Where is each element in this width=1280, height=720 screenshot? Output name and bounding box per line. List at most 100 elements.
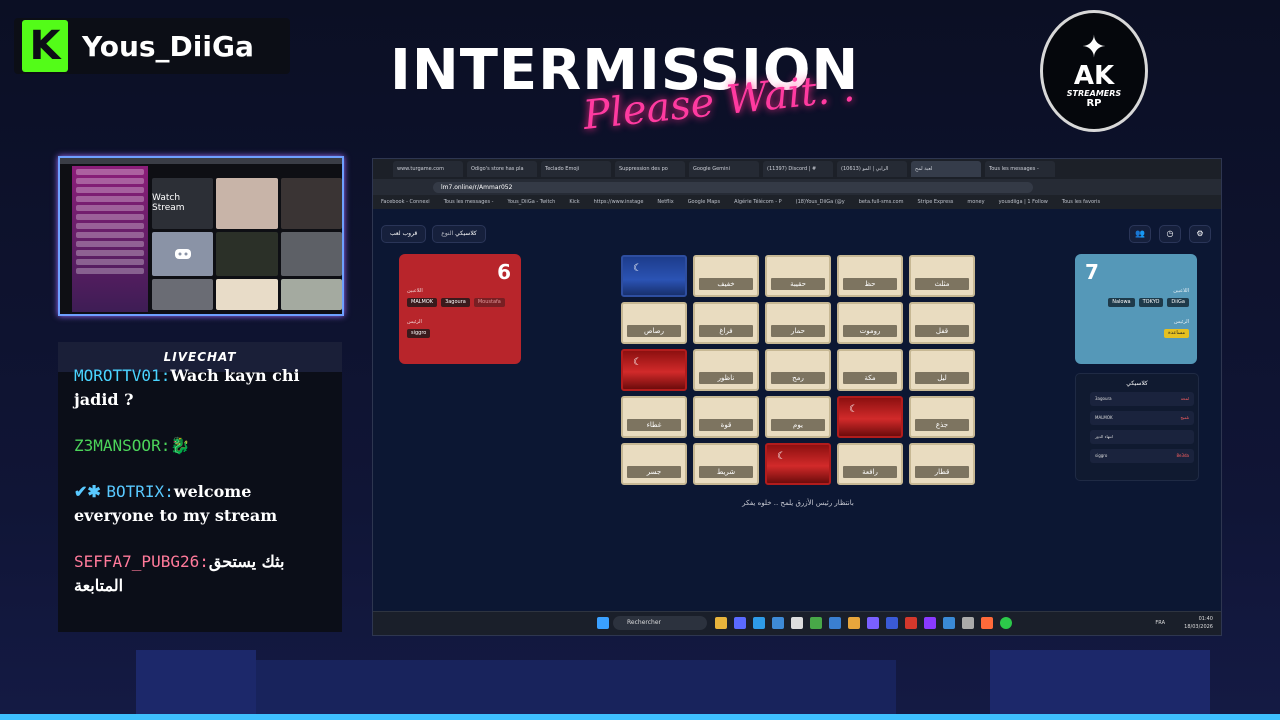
word-card-label: ليل (915, 372, 969, 384)
store-icon[interactable] (772, 617, 784, 629)
word-card[interactable]: خفيف (693, 255, 759, 297)
browser-tab[interactable]: Tous les messages - (985, 161, 1055, 177)
bookmark[interactable]: https://www.instage (594, 199, 644, 205)
app-icon[interactable] (962, 617, 974, 629)
chat-list: MOROTTV01:Wach kayn chi jadid ? Z3MANSOO… (74, 366, 330, 620)
leader-chip[interactable]: مساعدة (1164, 329, 1189, 338)
logo-line3: RP (1086, 98, 1102, 109)
browser-tab[interactable]: (11397) Discord | # (763, 161, 833, 177)
player-chip[interactable]: Moustafa (473, 298, 505, 307)
settings-icon[interactable]: ⚙ (1189, 225, 1211, 243)
bookmark[interactable]: Yous_DiiGa - Twitch (507, 199, 555, 205)
bookmark[interactable]: Stripe Express (917, 199, 953, 205)
language-indicator[interactable]: FRA (1155, 620, 1165, 626)
word-card[interactable]: حظ (837, 255, 903, 297)
revealed-red-card[interactable]: ☾ (765, 443, 831, 485)
browser-window: www.turgame.com Odigo's store has pla Te… (372, 158, 1222, 636)
browser-tab[interactable]: Google Gemini (689, 161, 759, 177)
browser-tab[interactable]: Suppression des po (615, 161, 685, 177)
word-card[interactable]: ناظور (693, 349, 759, 391)
word-card[interactable]: حقيبة (765, 255, 831, 297)
player-chip[interactable]: 3agoura (441, 298, 470, 307)
player-chip[interactable]: MALMOK (407, 298, 438, 307)
video-tile[interactable] (280, 178, 342, 229)
folder-icon[interactable] (715, 617, 727, 629)
players-icon[interactable]: 👥 (1129, 225, 1151, 243)
bookmark[interactable]: Google Maps (688, 199, 720, 205)
word-card[interactable]: ليل (909, 349, 975, 391)
group-button[interactable]: قروب لعب (381, 225, 427, 243)
browser-tab[interactable]: Odigo's store has pla (467, 161, 537, 177)
word-card-label: حمار (771, 325, 825, 337)
discord-taskbar-icon[interactable] (867, 617, 879, 629)
revealed-blue-card[interactable]: ☾ (621, 255, 687, 297)
app-icon[interactable] (981, 617, 993, 629)
video-tile[interactable] (216, 178, 278, 229)
video-tile[interactable] (280, 279, 342, 310)
browser-tab[interactable]: (10613) الرابي | المو (837, 161, 907, 177)
revealed-red-card[interactable]: ☾ (621, 349, 687, 391)
app-icon[interactable] (924, 617, 936, 629)
bookmark[interactable]: Tous les messages - (444, 199, 494, 205)
bookmark[interactable]: yousdiiga | 1 Follow (999, 199, 1048, 205)
app-icon[interactable] (905, 617, 917, 629)
player-chip[interactable]: TOKYO (1138, 298, 1164, 307)
leader-chip[interactable]: siggro (407, 329, 431, 338)
browser-tab[interactable]: Teclado Emoji (541, 161, 611, 177)
edge-icon[interactable] (753, 617, 765, 629)
app-icon[interactable] (829, 617, 841, 629)
video-tile[interactable] (152, 279, 214, 310)
discord-avatar-tile[interactable] (152, 231, 214, 277)
xbox-icon[interactable] (810, 617, 822, 629)
word-card[interactable]: قفل (909, 302, 975, 344)
video-tile[interactable] (216, 279, 278, 310)
app-icon[interactable] (791, 617, 803, 629)
word-card[interactable]: جسر (621, 443, 687, 485)
app-icon[interactable] (734, 617, 746, 629)
word-card[interactable]: روموت (837, 302, 903, 344)
player-chip[interactable]: Nalowa (1108, 298, 1135, 307)
bookmark[interactable]: Kick (569, 199, 579, 205)
bookmark[interactable]: money (967, 199, 984, 205)
word-card[interactable]: حمار (765, 302, 831, 344)
word-card[interactable]: مثلث (909, 255, 975, 297)
mode-selector[interactable]: كلاسيكي النوع (432, 225, 486, 243)
word-card[interactable]: رمح (765, 349, 831, 391)
chrome-icon[interactable] (848, 617, 860, 629)
word-card[interactable]: قوة (693, 396, 759, 438)
video-tile[interactable] (280, 231, 342, 277)
bookmark[interactable]: Tous les favoris (1062, 199, 1100, 205)
word-card[interactable]: يوم (765, 396, 831, 438)
word-card[interactable]: غطاء (621, 396, 687, 438)
timer-icon[interactable]: ◷ (1159, 225, 1181, 243)
word-card[interactable]: رصاص (621, 302, 687, 344)
video-tile[interactable]: Watch Stream (152, 178, 214, 229)
word-card[interactable]: مكة (837, 349, 903, 391)
taskbar-search[interactable]: Rechercher (613, 616, 707, 630)
player-chip[interactable]: DiiGa (1167, 298, 1189, 307)
revealed-red-card[interactable]: ☾ (837, 396, 903, 438)
steam-icon[interactable] (886, 617, 898, 629)
video-tile[interactable] (216, 231, 278, 277)
word-card[interactable]: رافعة (837, 443, 903, 485)
word-card[interactable]: شريط (693, 443, 759, 485)
bookmark[interactable]: Netflix (657, 199, 673, 205)
bookmark[interactable]: Algérie Télécom - P (734, 199, 782, 205)
word-card[interactable]: قطار (909, 443, 975, 485)
chat-username: MOROTTV01: (74, 366, 171, 385)
bookmark[interactable]: Facebook - Connexi (381, 199, 430, 205)
video-grid: Watch Stream (152, 178, 342, 310)
browser-tab-active[interactable]: لعبة لمح (911, 161, 981, 177)
spotify-icon[interactable] (1000, 617, 1012, 629)
taskbar-clock[interactable]: 01:40 18/03/2026 (1184, 615, 1213, 631)
kick-logo-letter: K (29, 23, 61, 69)
word-card[interactable]: فراغ (693, 302, 759, 344)
app-icon[interactable] (943, 617, 955, 629)
bookmark[interactable]: beta.full-sms.com (859, 199, 904, 205)
chat-message: ✔✱ BOTRIX:welcome everyone to my stream (74, 480, 330, 528)
word-card[interactable]: جذع (909, 396, 975, 438)
browser-tab[interactable]: www.turgame.com (393, 161, 463, 177)
url-input[interactable]: lm7.online/r/Ammar052 (433, 181, 1033, 193)
bookmark[interactable]: (18)Yous_DiiGa (@y (796, 199, 845, 205)
windows-start-icon[interactable] (597, 617, 609, 629)
